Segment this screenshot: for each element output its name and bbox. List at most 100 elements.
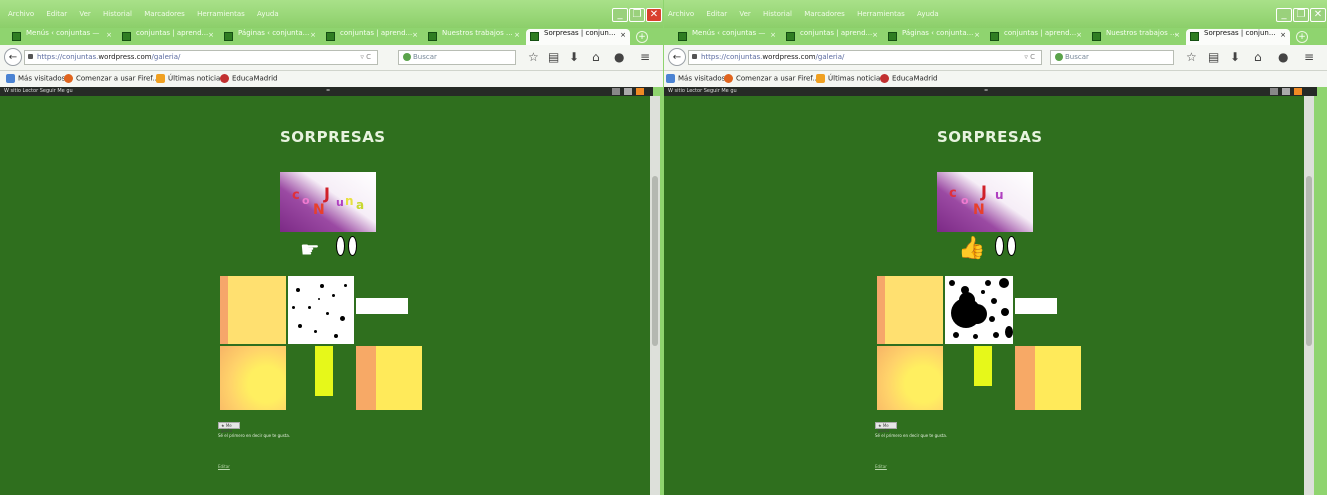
edit-link[interactable]: Editar — [875, 464, 887, 469]
gallery-image-white[interactable] — [1015, 298, 1057, 314]
tab-paginas[interactable]: Páginas ‹ conjunta... × — [220, 29, 320, 45]
menu-herramientas[interactable]: Herramientas — [197, 10, 245, 18]
close-tab-icon[interactable]: × — [1174, 31, 1180, 39]
notifications-icon[interactable] — [624, 88, 632, 95]
close-tab-icon[interactable]: × — [770, 31, 776, 39]
menu-historial[interactable]: Historial — [103, 10, 132, 18]
gallery-image-white[interactable] — [356, 298, 408, 314]
close-tab-icon[interactable]: × — [514, 31, 520, 39]
menu-ayuda[interactable]: Ayuda — [257, 10, 279, 18]
gallery-image-yellow-3[interactable] — [356, 346, 422, 410]
bookmark-educamadrid[interactable]: EducaMadrid — [880, 74, 937, 83]
tab-menus[interactable]: Menús ‹ conjuntas — × — [674, 29, 780, 45]
download-icon[interactable]: ⬇ — [1230, 50, 1240, 64]
new-tab-button[interactable]: + — [1296, 31, 1308, 43]
tab-paginas[interactable]: Páginas ‹ conjunta... × — [884, 29, 984, 45]
bookmark-noticias[interactable]: Últimas noticias — [816, 74, 884, 83]
close-tab-icon[interactable]: × — [1280, 31, 1286, 39]
gallery-image-dots[interactable] — [945, 276, 1013, 344]
gallery-image-lime[interactable] — [974, 346, 992, 386]
bookmark-comenzar[interactable]: Comenzar a usar Firef... — [724, 74, 819, 83]
gallery-image-yellow-2[interactable] — [220, 346, 286, 410]
gallery-image-yellow-1[interactable] — [877, 276, 943, 344]
chat-icon[interactable]: ● — [614, 50, 624, 64]
reload-icon[interactable]: ▿ C — [1024, 51, 1035, 64]
bookmark-mas-visitados[interactable]: Más visitados — [666, 74, 725, 83]
tab-conjuntas-1[interactable]: conjuntas | aprend... × — [118, 29, 218, 45]
home-icon[interactable]: ⌂ — [592, 50, 600, 64]
like-button[interactable]: ★ Me gusta — [875, 422, 897, 433]
close-icon[interactable]: ✕ — [646, 8, 662, 22]
close-tab-icon[interactable]: × — [974, 31, 980, 39]
menu-ver[interactable]: Ver — [79, 10, 90, 18]
menu-herramientas[interactable]: Herramientas — [857, 10, 905, 18]
tab-menus[interactable]: Menús ‹ conjuntas — × — [8, 29, 116, 45]
back-button[interactable]: ← — [668, 48, 686, 66]
close-tab-icon[interactable]: × — [872, 31, 878, 39]
url-bar[interactable]: https://conjuntas.wordpress.com/galeria/… — [24, 50, 378, 65]
restore-icon[interactable]: ❐ — [629, 8, 645, 22]
tab-sorpresas[interactable]: Sorpresas | conjun... × — [1186, 29, 1290, 45]
close-tab-icon[interactable]: × — [208, 31, 214, 39]
minimize-icon[interactable]: _ — [612, 8, 628, 22]
avatar[interactable] — [1294, 88, 1302, 95]
restore-icon[interactable]: ❐ — [1293, 8, 1309, 22]
minimize-icon[interactable]: _ — [1276, 8, 1292, 22]
tab-conjuntas-2[interactable]: conjuntas | aprend... × — [322, 29, 422, 45]
gallery-image-yellow-3[interactable] — [1015, 346, 1081, 410]
close-tab-icon[interactable]: × — [412, 31, 418, 39]
bookmark-noticias[interactable]: Últimas noticias — [156, 74, 224, 83]
close-icon[interactable]: ✕ — [1310, 8, 1326, 22]
reload-icon[interactable]: ▿ C — [360, 51, 371, 64]
menu-ayuda[interactable]: Ayuda — [917, 10, 939, 18]
chat-icon[interactable]: ● — [1278, 50, 1288, 64]
scrollbar[interactable] — [650, 96, 660, 495]
menu-archivo[interactable]: Archivo — [668, 10, 694, 18]
bookmark-comenzar[interactable]: Comenzar a usar Firef... — [64, 74, 159, 83]
star-icon[interactable]: ☆ — [528, 50, 539, 64]
tab-sorpresas[interactable]: Sorpresas | conjun... × — [526, 29, 630, 45]
tab-conjuntas-1[interactable]: conjuntas | aprend... × — [782, 29, 882, 45]
scrollbar-thumb[interactable] — [652, 176, 658, 346]
scrollbar[interactable] — [1304, 96, 1314, 495]
close-tab-icon[interactable]: × — [620, 31, 626, 39]
tab-conjuntas-2[interactable]: conjuntas | aprend... × — [986, 29, 1086, 45]
menu-editar[interactable]: Editar — [46, 10, 67, 18]
gallery-image-lime[interactable] — [315, 346, 333, 396]
like-button[interactable]: ★ Me gusta — [218, 422, 240, 433]
bookmark-mas-visitados[interactable]: Más visitados — [6, 74, 65, 83]
reading-list-icon[interactable]: ▤ — [548, 50, 559, 64]
close-tab-icon[interactable]: × — [310, 31, 316, 39]
menu-ver[interactable]: Ver — [739, 10, 750, 18]
tab-nuestros-trabajos[interactable]: Nuestros trabajos ... × — [424, 29, 524, 45]
search-icon[interactable] — [1270, 88, 1278, 95]
gallery-image-dots[interactable] — [288, 276, 354, 344]
close-tab-icon[interactable]: × — [1076, 31, 1082, 39]
menu-archivo[interactable]: Archivo — [8, 10, 34, 18]
bookmark-educamadrid[interactable]: EducaMadrid — [220, 74, 277, 83]
reading-list-icon[interactable]: ▤ — [1208, 50, 1219, 64]
menu-editar[interactable]: Editar — [706, 10, 727, 18]
menu-icon[interactable]: ≡ — [1304, 50, 1314, 64]
menu-historial[interactable]: Historial — [763, 10, 792, 18]
search-input[interactable]: Buscar — [1050, 50, 1174, 65]
gallery-image-yellow-2[interactable] — [877, 346, 943, 410]
scrollbar-thumb[interactable] — [1306, 176, 1312, 346]
url-bar[interactable]: https://conjuntas.wordpress.com/galeria/… — [688, 50, 1042, 65]
edit-link[interactable]: Editar — [218, 464, 230, 469]
gallery-image-yellow-1[interactable] — [220, 276, 286, 344]
menu-marcadores[interactable]: Marcadores — [144, 10, 185, 18]
menu-icon[interactable]: ≡ — [640, 50, 650, 64]
back-button[interactable]: ← — [4, 48, 22, 66]
avatar[interactable] — [636, 88, 644, 95]
close-tab-icon[interactable]: × — [106, 31, 112, 39]
home-icon[interactable]: ⌂ — [1254, 50, 1262, 64]
download-icon[interactable]: ⬇ — [569, 50, 579, 64]
tab-nuestros-trabajos[interactable]: Nuestros trabajos ... × — [1088, 29, 1184, 45]
search-icon[interactable] — [612, 88, 620, 95]
menu-marcadores[interactable]: Marcadores — [804, 10, 845, 18]
star-icon[interactable]: ☆ — [1186, 50, 1197, 64]
new-tab-button[interactable]: + — [636, 31, 648, 43]
search-input[interactable]: Buscar — [398, 50, 516, 65]
notifications-icon[interactable] — [1282, 88, 1290, 95]
